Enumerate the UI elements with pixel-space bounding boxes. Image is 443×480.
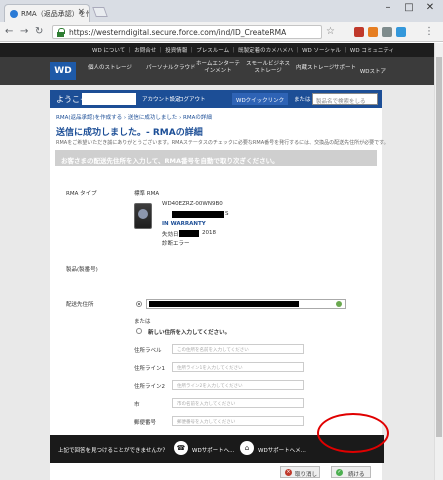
nav-personal-cloud[interactable]: パーソナルクラウド	[146, 65, 196, 72]
check-icon: ✓	[336, 469, 343, 476]
breadcrumb[interactable]: RMA(返品承認)を作成する › 送信に成功しました › RMAの詳細	[56, 113, 212, 121]
top-links[interactable]: WD について ｜ お問合せ ｜ 投資情報 ｜ プレスルーム ｜ 既製定着のカメ…	[92, 46, 394, 54]
page-scrollbar[interactable]	[434, 43, 443, 480]
extension-icon[interactable]	[354, 27, 364, 37]
highlight-annotation	[317, 413, 389, 453]
address-label-input[interactable]: この住所を名前を入力してください	[172, 344, 304, 354]
minimize-icon[interactable]: –	[378, 2, 398, 13]
browser-toolbar: ← → ↻ https://westerndigital.secure.forc…	[0, 22, 443, 42]
nav-home-entertainment[interactable]: ホームエンターテ インメント	[196, 61, 240, 75]
green-check-icon	[336, 301, 342, 307]
address-redacted	[149, 301, 299, 307]
city-input[interactable]: 市の名前を入力してください	[172, 398, 304, 408]
new-tab-button[interactable]	[92, 7, 108, 17]
product-model: WD40EZRZ-00WN9B0	[162, 201, 223, 207]
rma-type-label: RMA タイプ	[66, 191, 97, 197]
extension-icon[interactable]	[396, 27, 406, 37]
hard-drive-image	[134, 203, 152, 229]
user-name-redacted	[82, 93, 136, 105]
browser-titlebar: RMA（返品承認）を作成す × – □ ✕	[0, 0, 443, 22]
field-label: 市	[134, 402, 140, 408]
serial-redacted	[172, 211, 224, 218]
warranty-status: IN WARRANTY	[162, 221, 206, 227]
cancel-button[interactable]: × 取り消し	[280, 466, 320, 478]
address-line1-input[interactable]: 住所ライン1を入力してください	[172, 362, 304, 372]
wd-top-bar: WD について ｜ お問合せ ｜ 投資情報 ｜ プレスルーム ｜ 既製定着のカメ…	[0, 43, 434, 57]
product-search-input[interactable]: 製品名で検索をしる	[312, 93, 378, 105]
shipto-label: 配送先住所	[66, 302, 94, 308]
continue-button[interactable]: ✓ 続ける	[331, 466, 371, 478]
back-icon[interactable]: ←	[5, 26, 13, 37]
continue-label: 続ける	[348, 472, 365, 478]
address-url: https://westerndigital.secure.force.com/…	[69, 28, 287, 37]
field-label: 住所ラベル	[134, 348, 162, 354]
warranty-expiry-prefix: 失効日	[162, 232, 179, 238]
tab-close-icon[interactable]: ×	[77, 7, 85, 17]
field-label: 住所ライン1	[134, 366, 165, 372]
lock-icon	[57, 28, 65, 37]
extension-icon[interactable]	[382, 27, 392, 37]
intro-text: RMAをご希望いただき誠にありがとうございます。RMAステータスのチェックに必要…	[56, 140, 389, 146]
product-label: 製品(製番号)	[66, 267, 98, 273]
field-label: 住所ライン2	[134, 384, 165, 390]
quick-links-dropdown[interactable]: WDクイックリンク	[232, 93, 288, 105]
expiry-redacted	[179, 230, 199, 237]
instruction-banner: お客さまの配送先住所を入力して、RMA番号を自動で取り次ぎください。	[55, 150, 377, 166]
cancel-icon: ×	[285, 469, 292, 476]
phone-icon: ☎	[174, 441, 188, 455]
account-bar: ようこそ アカウント設定 ログアウト WDクイックリンク または 製品名で検索を…	[50, 90, 382, 108]
wd-logo[interactable]: WD	[50, 62, 76, 80]
site-favicon-icon	[10, 10, 18, 18]
close-window-icon[interactable]: ✕	[420, 2, 440, 13]
nav-internal-storage[interactable]: 内蔵ストレージ	[296, 65, 334, 72]
new-address-option-label[interactable]: 新しい住所を入力してください。	[148, 328, 230, 336]
browser-tab[interactable]: RMA（返品承認）を作成す ×	[4, 4, 90, 22]
issue-text: 診断エラー	[162, 241, 190, 247]
existing-address-radio[interactable]	[136, 301, 142, 307]
reload-icon[interactable]: ↻	[35, 26, 43, 37]
extension-icon[interactable]	[368, 27, 378, 37]
warranty-expiry-suffix: 2018	[202, 230, 216, 236]
nav-personal-storage[interactable]: 個人のストレージ	[88, 65, 132, 72]
nav-small-business[interactable]: スモールビジネス ストレージ	[246, 61, 290, 75]
account-settings-link[interactable]: アカウント設定	[142, 95, 181, 103]
postal-code-input[interactable]: 郵便番号を入力してください	[172, 416, 304, 426]
or-text: または	[134, 319, 151, 325]
serial-suffix: S	[225, 211, 229, 217]
address-line2-input[interactable]: 住所ライン2を入力してください	[172, 380, 304, 390]
or-label: または	[294, 97, 311, 103]
page-title: 送信に成功しました。- RMAの詳細	[56, 128, 203, 138]
maximize-icon[interactable]: □	[399, 2, 419, 13]
home-icon: ⌂	[240, 441, 254, 455]
logout-link[interactable]: ログアウト	[178, 95, 206, 103]
new-address-radio[interactable]	[136, 328, 142, 334]
rma-type-value: 標準 RMA	[134, 191, 160, 197]
nav-support[interactable]: サポート	[334, 65, 356, 72]
home-support-link[interactable]: WDサポートへメ...	[258, 446, 306, 454]
phone-support-link[interactable]: WDサポートへ...	[192, 446, 234, 454]
wd-store-link[interactable]: WDストア	[360, 67, 386, 75]
field-label: 郵便番号	[134, 420, 157, 426]
wd-main-nav: WD 個人のストレージ パーソナルクラウド ホームエンターテ インメント スモー…	[0, 57, 434, 85]
footer-question: 上記で回答を見つけることができませんか？	[58, 448, 168, 454]
bookmark-star-icon[interactable]: ☆	[326, 26, 335, 37]
menu-icon[interactable]: ⋮	[424, 26, 434, 37]
cancel-label: 取り消し	[295, 472, 318, 478]
address-bar[interactable]: https://westerndigital.secure.force.com/…	[52, 25, 322, 39]
forward-icon[interactable]: →	[20, 26, 28, 37]
scrollbar-thumb[interactable]	[436, 57, 442, 437]
